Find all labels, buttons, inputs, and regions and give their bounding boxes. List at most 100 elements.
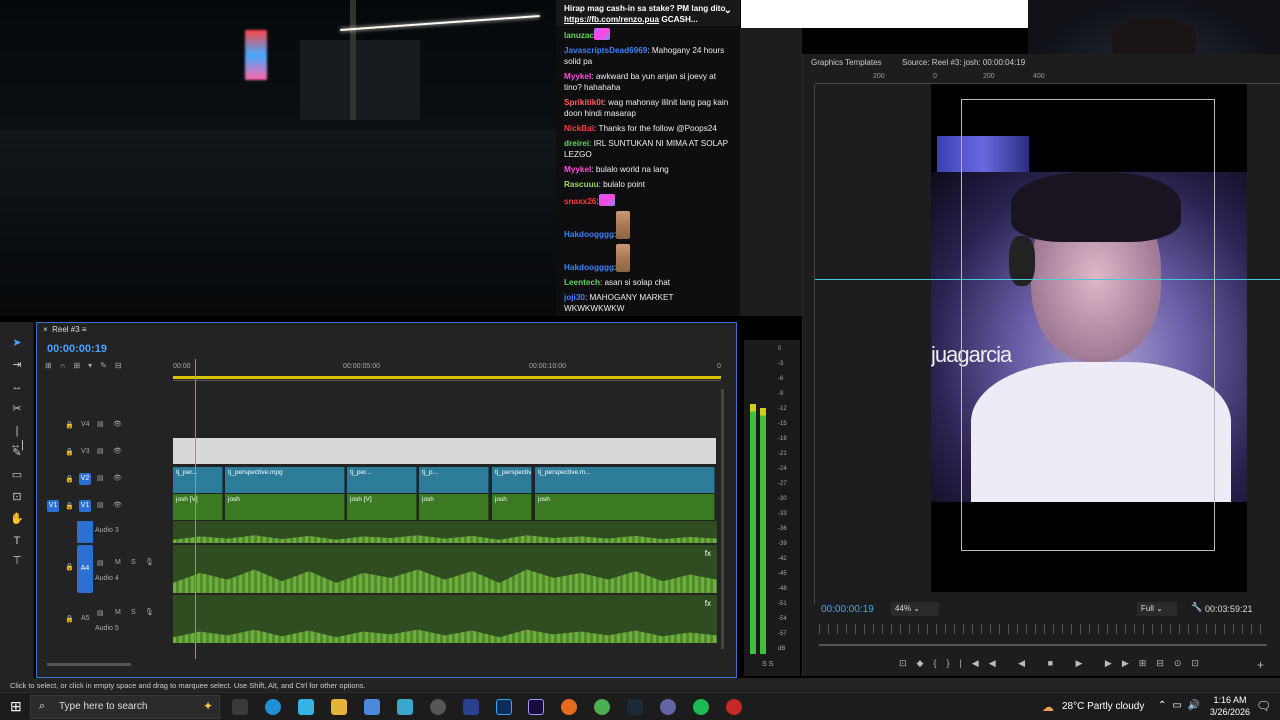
track-target-v2[interactable]: V2 (79, 473, 91, 485)
track-target-a4[interactable]: A4 (77, 545, 93, 593)
adjustment-layer-clip[interactable] (173, 438, 716, 464)
video-clip-v1[interactable]: josh (225, 494, 345, 520)
eye-icon[interactable]: 👁 (113, 420, 122, 428)
chat-username[interactable]: Myykel (564, 72, 591, 81)
audio-clip-a3[interactable] (173, 521, 717, 543)
toggle-sync-icon[interactable]: ▤ (97, 501, 104, 509)
steam-icon[interactable] (627, 699, 643, 715)
timeline-timecode[interactable]: 00:00:00:19 (47, 343, 107, 355)
video-clip-v2[interactable]: tj_perspective.m... (535, 467, 715, 493)
guide-line[interactable] (815, 279, 1280, 280)
lock-icon[interactable]: 🔒 (65, 475, 74, 483)
windows-start-icon[interactable]: ⊞ (10, 698, 22, 715)
transport-controls[interactable]: ⊡◆{}|◀◀ ◀ ■ ▶ ▶▶⊞⊟⊙⊡ (899, 658, 1259, 672)
video-clip-v2[interactable]: tj_per... (347, 467, 417, 493)
video-clip-v2[interactable]: tj_p... (419, 467, 489, 493)
microphone-icon[interactable]: 🎙 (145, 608, 154, 616)
mute-button[interactable]: M (115, 609, 121, 616)
toggle-sync-icon[interactable]: ▤ (97, 447, 104, 455)
pen-icon[interactable]: ✎ (10, 446, 24, 460)
chat-username[interactable]: JavascriptsDead6969 (564, 46, 647, 55)
add-button[interactable]: + (1257, 658, 1264, 672)
task-view-icon[interactable] (232, 699, 248, 715)
horizontal-zoom-scrollbar[interactable] (47, 663, 131, 666)
track-target-v1[interactable]: V1 (79, 500, 91, 512)
photoshop-icon[interactable] (496, 699, 512, 715)
chat-username[interactable]: dreirei (564, 139, 589, 148)
chat-username[interactable]: lanuzac (564, 31, 594, 40)
ripple-edit-icon[interactable]: ↔ (10, 380, 24, 394)
timeline-tab[interactable]: × Reel #3 ≡ (43, 325, 87, 339)
crop-icon[interactable]: ⊡ (10, 490, 24, 504)
photoshop-express-icon[interactable] (463, 699, 479, 715)
wrench-icon[interactable]: 🔧 (1191, 602, 1202, 613)
selection-tool-icon[interactable]: ➤ (10, 336, 24, 350)
program-timecode[interactable]: 00:00:00:19 (821, 604, 874, 615)
video-clip-v1[interactable]: josh [V] (347, 494, 417, 520)
lock-icon[interactable]: 🔒 (65, 448, 74, 456)
lock-icon[interactable]: 🔒 (65, 563, 74, 571)
app-red-icon[interactable] (726, 699, 742, 715)
rectangle-icon[interactable]: ▭ (10, 468, 24, 482)
slip-icon[interactable]: |↔| (10, 424, 24, 451)
timeline-ruler[interactable]: 00:00 00:00:05:00 00:00:10:00 0 (173, 359, 721, 381)
microphone-icon[interactable]: 🎙 (145, 558, 154, 566)
eye-icon[interactable]: 👁 (113, 474, 122, 482)
work-area-bar[interactable] (173, 376, 721, 379)
store-icon[interactable] (364, 699, 380, 715)
app-icon[interactable] (397, 699, 413, 715)
source-patch-v1[interactable]: V1 (47, 500, 59, 512)
discord-icon[interactable] (660, 699, 676, 715)
video-clip-v1[interactable]: josh (419, 494, 489, 520)
razor-icon[interactable]: ✂ (10, 402, 24, 416)
tab-source[interactable]: Source: Reel #3: josh: 00:00:04:19 (902, 58, 1025, 67)
caption-tool-icon[interactable]: ⊤ (10, 554, 24, 568)
taskbar-search-input[interactable]: ⌕ Type here to search ✦ (30, 695, 220, 719)
quality-select[interactable]: Full ⌄ (1137, 602, 1177, 616)
copilot-icon[interactable] (298, 699, 314, 715)
eye-icon[interactable]: 👁 (113, 447, 122, 455)
zoom-select[interactable]: 44% ⌄ (891, 602, 939, 616)
clock-time[interactable]: 1:16 AM (1208, 695, 1252, 705)
chat-username[interactable]: snaxx26 (564, 197, 596, 206)
tab-graphics-templates[interactable]: Graphics Templates (811, 58, 882, 67)
zoom-scrollbar[interactable] (819, 644, 1267, 646)
file-explorer-icon[interactable] (331, 699, 347, 715)
chat-username[interactable]: Hakdoogggg (564, 263, 614, 272)
video-clip-v2[interactable]: tj_perspective.mpg (492, 467, 532, 493)
notification-icon[interactable]: 🗨 (1256, 699, 1271, 713)
weather-text[interactable]: 28°C Partly cloudy (1062, 701, 1144, 712)
edge-icon[interactable] (265, 699, 281, 715)
mute-button[interactable]: M (115, 559, 121, 566)
lock-icon[interactable]: 🔒 (65, 502, 74, 510)
solo-button[interactable]: S (131, 559, 136, 566)
chat-username[interactable]: Sprikitik0t (564, 98, 604, 107)
video-clip-v1[interactable]: josh [V] (173, 494, 223, 520)
chat-username[interactable]: Leentech (564, 278, 600, 287)
clock-date[interactable]: 3/26/2026 (1204, 707, 1256, 717)
hand-icon[interactable]: ✋ (10, 512, 24, 526)
solo-labels[interactable]: S S (762, 661, 773, 668)
chat-username[interactable]: Hakdoogggg (564, 230, 614, 239)
solo-button[interactable]: S (131, 609, 136, 616)
video-clip-v2[interactable]: tj_perspective.mpg (225, 467, 345, 493)
toggle-sync-icon[interactable]: ▤ (97, 474, 104, 482)
chat-username[interactable]: NickBai (564, 124, 594, 133)
toggle-sync-icon[interactable]: ▤ (97, 420, 104, 428)
video-clip-v1[interactable]: josh (535, 494, 715, 520)
toggle-sync-icon[interactable]: ▤ (97, 609, 104, 617)
spotify-icon[interactable] (693, 699, 709, 715)
eye-icon[interactable]: 👁 (113, 501, 122, 509)
vertical-scrollbar[interactable] (721, 389, 724, 649)
chat-username[interactable]: Rascuuu (564, 180, 599, 189)
settings-icon[interactable] (430, 699, 446, 715)
audio-clip-a5[interactable]: fx (173, 595, 717, 643)
video-clip-v2[interactable]: tj_per... (173, 467, 223, 493)
chat-username[interactable]: joji30 (564, 293, 585, 302)
track-select-icon[interactable]: ⇥ (10, 358, 24, 372)
tray-icons[interactable]: ⌃▭🔊 (1158, 700, 1206, 711)
lock-icon[interactable]: 🔒 (65, 615, 74, 623)
lock-icon[interactable]: 🔒 (65, 421, 74, 429)
program-scrubber[interactable] (819, 624, 1267, 634)
type-icon[interactable]: T (10, 534, 24, 548)
